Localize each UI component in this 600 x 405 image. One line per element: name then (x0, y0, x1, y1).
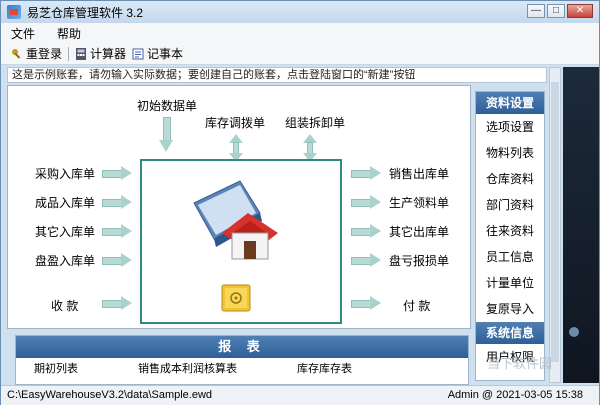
arrow-updown-icon (229, 134, 243, 162)
background-desktop (563, 67, 599, 383)
sidebar-item-contacts[interactable]: 往来资料 (476, 218, 544, 244)
sidebar-section-data-settings[interactable]: 资料设置 (476, 92, 544, 114)
arrow-right-icon (351, 166, 381, 180)
sidebar-section-system-info[interactable]: 系统信息 (476, 322, 544, 344)
app-window: 易芝仓库管理软件 3.2 — □ ✕ 文件 帮助 重登录 计算器 记事本 这是示… (0, 0, 600, 405)
status-bar: C:\EasyWarehouseV3.2\data\Sample.ewd Adm… (1, 385, 599, 405)
arrow-right-icon (351, 195, 381, 209)
flow-purchase-in[interactable]: 采购入库单 (35, 165, 95, 182)
arrow-right-icon (351, 296, 381, 310)
maximize-button[interactable]: □ (547, 4, 565, 18)
flow-payment[interactable]: 付 款 (403, 297, 430, 314)
arrow-right-icon (102, 296, 132, 310)
sidebar-item-materials[interactable]: 物料列表 (476, 140, 544, 166)
arrow-right-icon (102, 166, 132, 180)
warehouse-house-icon[interactable] (188, 173, 288, 265)
app-icon (7, 5, 21, 19)
flow-other-out[interactable]: 其它出库单 (389, 223, 449, 240)
flow-receipt[interactable]: 收 款 (51, 297, 78, 314)
arrow-updown-icon (303, 134, 317, 162)
calculator-label: 计算器 (90, 47, 127, 61)
arrow-right-icon (102, 224, 132, 238)
calculator-button[interactable]: 计算器 (75, 45, 126, 62)
flow-assembly[interactable]: 组装拆卸单 (285, 114, 345, 131)
sidebar-item-warehouses[interactable]: 仓库资料 (476, 166, 544, 192)
scrollbar-thumb[interactable] (551, 82, 559, 362)
minimize-button[interactable]: — (527, 4, 545, 18)
flow-loss-out[interactable]: 盘亏报损单 (389, 252, 449, 269)
report-list: 期初列表 销售成本利润核算表 库存库存表 (16, 360, 468, 374)
status-user-time: Admin @ 2021-03-05 15:38 (447, 389, 583, 401)
menu-help[interactable]: 帮助 (57, 25, 81, 42)
notepad-button[interactable]: 记事本 (132, 45, 183, 62)
status-file-path: C:\EasyWarehouseV3.2\data\Sample.ewd (7, 389, 213, 401)
sidebar-item-employees[interactable]: 员工信息 (476, 244, 544, 270)
toolbar-separator (68, 46, 70, 61)
sidebar-item-restore-import[interactable]: 复原导入 (476, 296, 544, 322)
report-item[interactable]: 库存库存表 (297, 360, 352, 374)
key-icon (12, 48, 21, 59)
sidebar-item-units[interactable]: 计量单位 (476, 270, 544, 296)
notepad-icon (132, 48, 144, 59)
relogin-label: 重登录 (26, 47, 63, 61)
settings-sidebar: 资料设置 选项设置 物料列表 仓库资料 部门资料 往来资料 员工信息 计量单位 … (475, 91, 545, 381)
flow-other-in[interactable]: 其它入库单 (35, 223, 95, 240)
flow-initial-data[interactable]: 初始数据单 (137, 97, 197, 114)
arrow-down-icon (159, 117, 173, 153)
safe-icon[interactable] (221, 283, 251, 313)
close-button[interactable]: ✕ (567, 4, 593, 18)
flow-sales-out[interactable]: 销售出库单 (389, 165, 449, 182)
report-item[interactable]: 期初列表 (34, 360, 78, 374)
menu-file[interactable]: 文件 (11, 25, 35, 42)
calculator-icon (76, 47, 87, 60)
sidebar-item-options[interactable]: 选项设置 (476, 114, 544, 140)
watermark: 当下软件园 (487, 356, 553, 371)
report-panel: 报 表 期初列表 销售成本利润核算表 库存库存表 (15, 335, 469, 385)
vertical-scrollbar[interactable] (549, 67, 561, 383)
relogin-button[interactable]: 重登录 (11, 45, 62, 62)
notepad-label: 记事本 (147, 47, 184, 61)
report-header: 报 表 (16, 336, 468, 358)
sidebar-item-departments[interactable]: 部门资料 (476, 192, 544, 218)
arrow-right-icon (351, 253, 381, 267)
arrow-right-icon (102, 253, 132, 267)
report-item[interactable]: 销售成本利润核算表 (138, 360, 237, 374)
arrow-right-icon (351, 224, 381, 238)
menu-bar: 文件 帮助 (1, 23, 599, 43)
sample-notice: 这是示例账套，请勿输入实际数据；要创建自己的账套，点击登陆窗口的“新建”按钮 (7, 67, 547, 83)
flow-finished-in[interactable]: 成品入库单 (35, 194, 95, 211)
flow-transfer[interactable]: 库存调拨单 (205, 114, 265, 131)
flow-production-out[interactable]: 生产领料单 (389, 194, 449, 211)
warehouse-frame (140, 159, 342, 324)
title-bar: 易芝仓库管理软件 3.2 — □ ✕ (1, 1, 599, 23)
arrow-right-icon (102, 195, 132, 209)
flow-surplus-in[interactable]: 盘盈入库单 (35, 252, 95, 269)
window-title: 易芝仓库管理软件 3.2 (27, 5, 144, 20)
toolbar: 重登录 计算器 记事本 (1, 43, 599, 65)
